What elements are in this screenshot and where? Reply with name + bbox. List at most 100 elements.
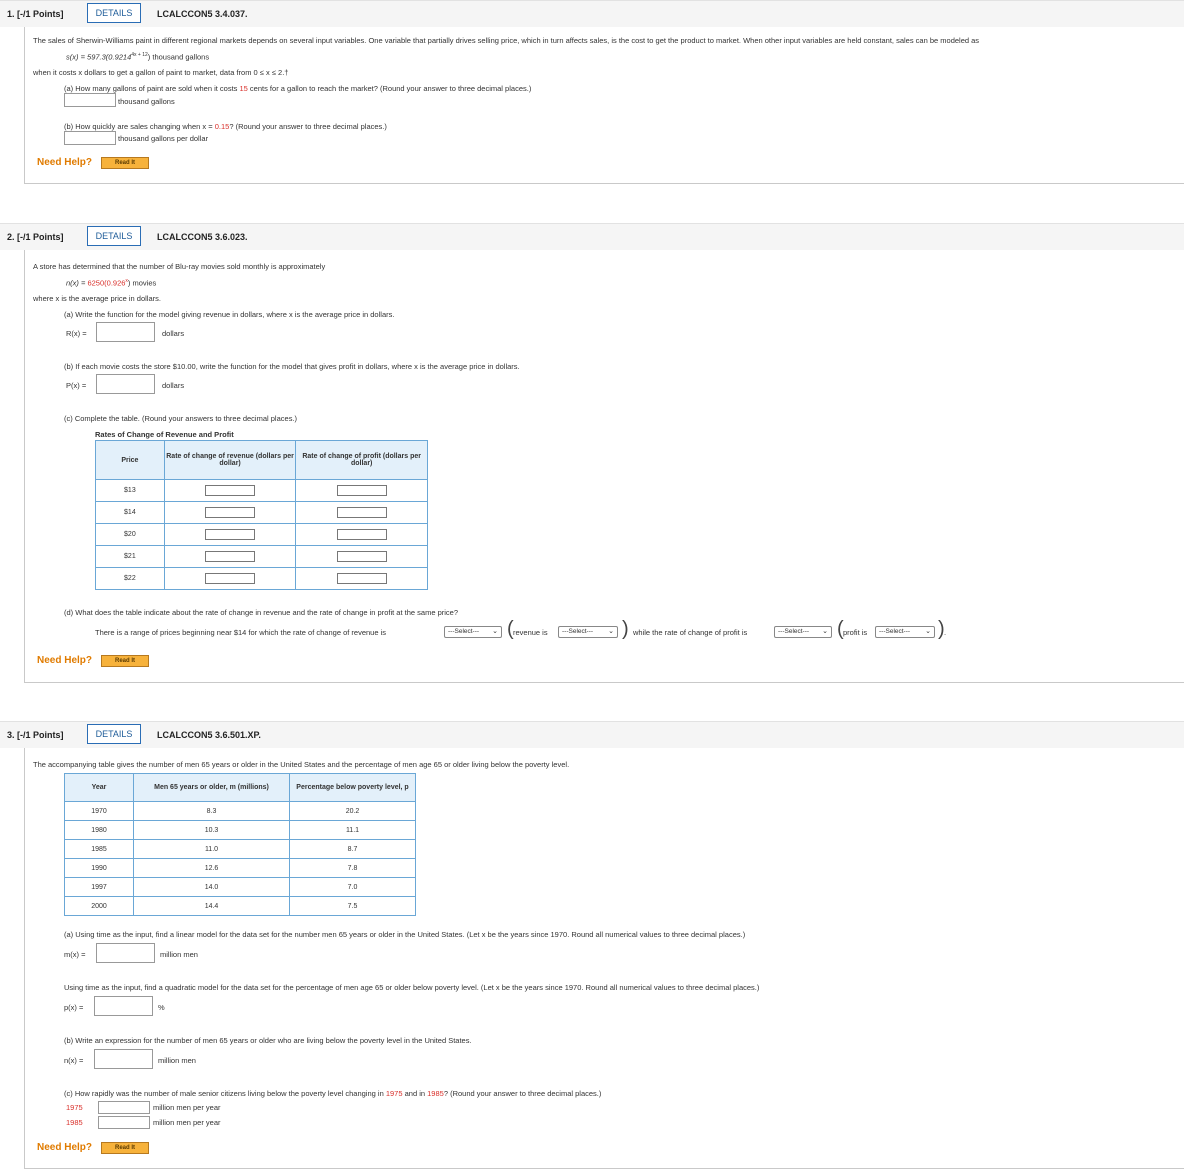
q2-model: n(x) = 6250(0.926x) movies — [66, 278, 157, 288]
men-cell: 10.3 — [133, 820, 290, 840]
q2-d-sentence: There is a range of prices beginning nea… — [95, 628, 387, 637]
q3-c-unit-2: million men per year — [153, 1118, 221, 1127]
q3-c-row1-label: 1975 — [66, 1103, 83, 1112]
poverty-cell: 7.0 — [289, 877, 416, 897]
table-row: $22 — [95, 567, 428, 590]
table-row: $14 — [95, 501, 428, 524]
q2-rates-table: Price Rate of change of revenue (dollars… — [95, 440, 428, 590]
q3-part-a2: Using time as the input, find a quadrati… — [64, 983, 760, 992]
q2-profit-rate-input[interactable] — [336, 507, 387, 518]
q1-intro: The sales of Sherwin-Williams paint in d… — [33, 36, 980, 45]
q3-header: 3. [-/1 Points] DETAILS LCALCCON5 3.6.50… — [0, 721, 1184, 748]
right-paren: ) — [622, 618, 629, 640]
q2-profit-rate-input[interactable] — [336, 551, 387, 562]
poverty-cell: 7.8 — [289, 858, 416, 878]
q2-profit-rate-input[interactable] — [336, 485, 387, 496]
q2-profit-rate-select[interactable]: ---Select--- ⌄ — [774, 626, 832, 638]
q2-read-it-button[interactable]: Read It — [101, 655, 149, 667]
q3-b-label: n(x) = — [64, 1056, 84, 1065]
q2-profit-rate-input[interactable] — [336, 529, 387, 540]
q1-answer-b-input[interactable] — [64, 131, 116, 145]
q3-data-table: Year Men 65 years or older, m (millions)… — [64, 773, 416, 916]
poverty-cell: 8.7 — [289, 839, 416, 859]
q1-answer-a-input[interactable] — [64, 93, 116, 107]
q3-number: 3. [-/1 Points] — [7, 730, 64, 740]
q2-table-title: Rates of Change of Revenue and Profit — [95, 430, 234, 439]
q2-revenue-rate-input[interactable] — [205, 485, 256, 496]
men-cell: 11.0 — [133, 839, 290, 859]
q3-col-year: Year — [64, 773, 134, 802]
q1-code: LCALCCON5 3.4.037. — [157, 9, 248, 19]
q2-revenue-rate-select[interactable]: ---Select--- ⌄ — [444, 626, 502, 638]
q2-intro: A store has determined that the number o… — [33, 262, 326, 271]
table-row: $21 — [95, 545, 428, 568]
q3-quadratic-model-input[interactable] — [94, 996, 153, 1016]
q3-a2-unit: % — [158, 1003, 165, 1012]
q3-code: LCALCCON5 3.6.501.XP. — [157, 730, 261, 740]
chevron-down-icon: ⌄ — [925, 628, 931, 635]
q2-revenue-rate-input[interactable] — [205, 551, 256, 562]
q3-rate-1985-input[interactable] — [98, 1116, 150, 1129]
q1-body — [24, 27, 1184, 184]
poverty-cell: 11.1 — [289, 820, 416, 840]
men-cell: 14.4 — [133, 896, 290, 916]
men-cell: 8.3 — [133, 801, 290, 821]
table-row: $20 — [95, 523, 428, 546]
year-cell: 1997 — [64, 877, 134, 897]
q3-part-c: (c) How rapidly was the number of male s… — [64, 1089, 602, 1098]
q2-d-revenue-is: revenue is — [513, 628, 548, 637]
q3-part-a: (a) Using time as the input, find a line… — [64, 930, 746, 939]
q2-revenue-function-input[interactable] — [96, 322, 155, 342]
q3-expression-input[interactable] — [94, 1049, 153, 1069]
q3-part-b: (b) Write an expression for the number o… — [64, 1036, 472, 1045]
q3-linear-model-input[interactable] — [96, 943, 155, 963]
year-cell: 2000 — [64, 896, 134, 916]
q2-price-cell: $13 — [95, 479, 165, 502]
q2-need-help: Need Help? — [37, 655, 93, 666]
q1-number: 1. [-/1 Points] — [7, 9, 64, 19]
q2-part-a: (a) Write the function for the model giv… — [64, 310, 395, 319]
q3-intro: The accompanying table gives the number … — [33, 760, 570, 769]
q1-need-help: Need Help? — [37, 157, 93, 168]
q3-read-it-button[interactable]: Read It — [101, 1142, 149, 1154]
q2-number: 2. [-/1 Points] — [7, 232, 64, 242]
year-cell: 1990 — [64, 858, 134, 878]
q2-profit-function-input[interactable] — [96, 374, 155, 394]
q2-part-b: (b) If each movie costs the store $10.00… — [64, 362, 520, 371]
q3-b-unit: million men — [158, 1056, 196, 1065]
q2-price-cell: $21 — [95, 545, 165, 568]
q2-revenue-rate-input[interactable] — [205, 529, 256, 540]
q1-part-b: (b) How quickly are sales changing when … — [64, 122, 387, 131]
q2-profit-select[interactable]: ---Select--- ⌄ — [875, 626, 935, 638]
year-cell: 1980 — [64, 820, 134, 840]
q1-details-button[interactable]: DETAILS — [87, 3, 141, 23]
table-row: $13 — [95, 479, 428, 502]
q3-a-label: m(x) = — [64, 950, 86, 959]
q3-a2-label: p(x) = — [64, 1003, 84, 1012]
q2-revenue-rate-input[interactable] — [205, 573, 256, 584]
q2-a-unit: dollars — [162, 329, 185, 338]
q2-d-while: while the rate of change of profit is — [633, 628, 748, 637]
q1-read-it-button[interactable]: Read It — [101, 157, 149, 169]
q2-part-d: (d) What does the table indicate about t… — [64, 608, 459, 617]
q2-revenue-select[interactable]: ---Select--- ⌄ — [558, 626, 618, 638]
q3-col-men: Men 65 years or older, m (millions) — [133, 773, 290, 802]
q3-need-help: Need Help? — [37, 1142, 93, 1153]
table-row: 1980 10.3 11.1 — [64, 820, 416, 840]
chevron-down-icon: ⌄ — [492, 628, 498, 635]
q2-details-button[interactable]: DETAILS — [87, 226, 141, 246]
q3-details-button[interactable]: DETAILS — [87, 724, 141, 744]
q2-b-unit: dollars — [162, 381, 185, 390]
q2-b-label: P(x) = — [66, 381, 87, 390]
q3-rate-1975-input[interactable] — [98, 1101, 150, 1114]
q2-price-cell: $14 — [95, 501, 165, 524]
q2-revenue-rate-input[interactable] — [205, 507, 256, 518]
q2-code: LCALCCON5 3.6.023. — [157, 232, 248, 242]
table-row: 2000 14.4 7.5 — [64, 896, 416, 916]
q3-c-unit-1: million men per year — [153, 1103, 221, 1112]
q1-header: 1. [-/1 Points] DETAILS LCALCCON5 3.4.03… — [0, 0, 1184, 27]
q2-d-profit-is: profit is — [843, 628, 868, 637]
table-row: 1990 12.6 7.8 — [64, 858, 416, 878]
q2-profit-rate-input[interactable] — [336, 573, 387, 584]
men-cell: 12.6 — [133, 858, 290, 878]
